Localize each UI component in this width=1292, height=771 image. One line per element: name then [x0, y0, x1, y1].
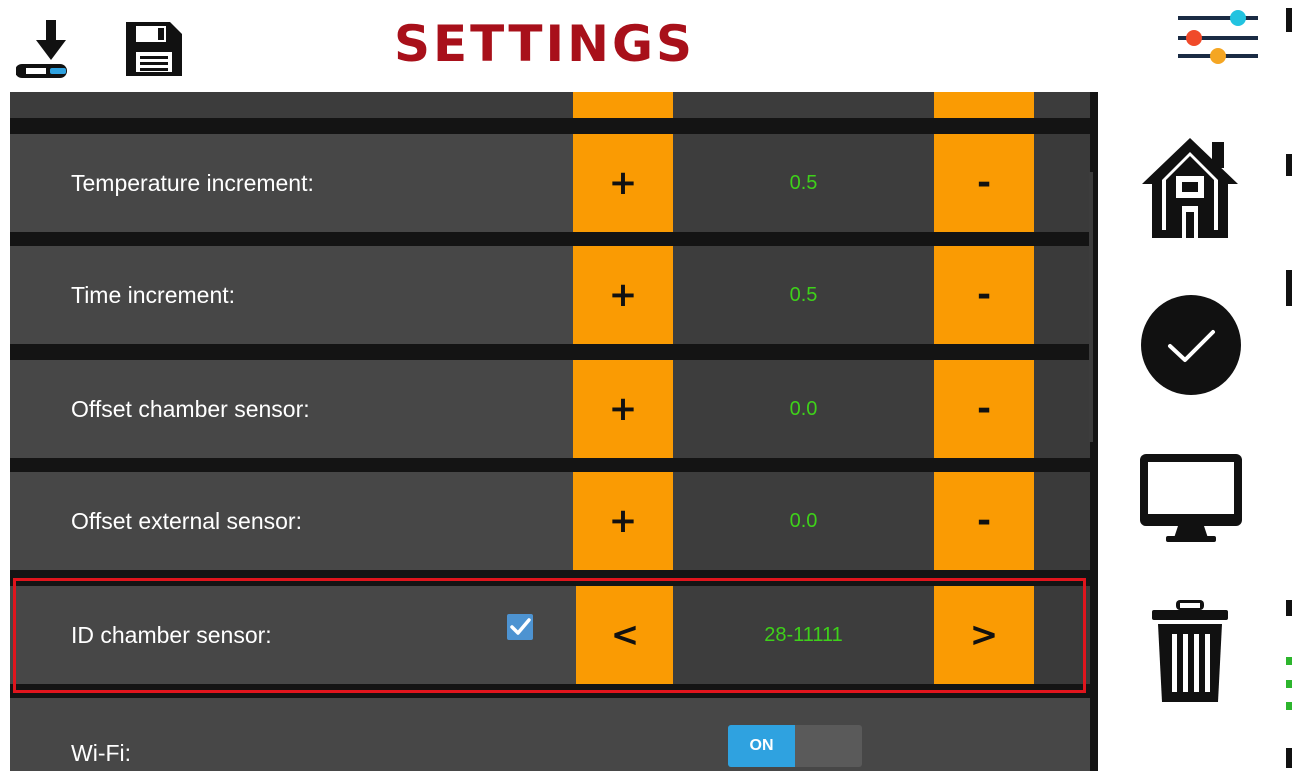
partial-minus-button[interactable] — [934, 92, 1034, 118]
decrement-button[interactable]: - — [934, 360, 1034, 458]
previous-button[interactable]: < — [576, 586, 674, 684]
setting-row-id-chamber-sensor: ID chamber sensor: < 28-11111 > — [10, 586, 1090, 684]
partial-row — [10, 92, 1090, 118]
edge-mark — [1286, 600, 1292, 616]
row-tail — [1034, 246, 1090, 344]
setting-value: 0.5 — [673, 246, 934, 344]
edge-mark — [1286, 702, 1292, 710]
increment-button[interactable]: + — [573, 472, 673, 570]
edge-mark — [1286, 748, 1292, 768]
setting-label: Time increment: — [71, 281, 236, 308]
scrollbar[interactable] — [1089, 172, 1093, 442]
setting-value: 0.0 — [673, 472, 934, 570]
edge-mark — [1286, 680, 1292, 688]
setting-label: Wi-Fi: — [71, 739, 132, 766]
setting-row-offset-external-sensor: Offset external sensor: + 0.0 - — [10, 472, 1090, 570]
setting-value: 28-11111 — [673, 586, 934, 684]
increment-button[interactable]: + — [573, 246, 673, 344]
setting-label: ID chamber sensor: — [71, 621, 272, 648]
increment-button[interactable]: + — [573, 360, 673, 458]
setting-value: 0.0 — [673, 360, 934, 458]
sensor-checkbox[interactable] — [507, 614, 533, 640]
decrement-button[interactable]: - — [934, 246, 1034, 344]
header-bar: SETTINGS — [0, 0, 1292, 92]
edge-mark — [1286, 154, 1292, 176]
row-tail — [1034, 134, 1090, 232]
setting-label: Temperature increment: — [71, 169, 314, 196]
next-button[interactable]: > — [934, 586, 1034, 684]
row-tail — [1034, 360, 1090, 458]
home-icon[interactable] — [1138, 134, 1242, 240]
toggle-on-label: ON — [728, 725, 795, 767]
row-tail — [1034, 472, 1090, 570]
setting-row-time-increment: Time increment: + 0.5 - — [10, 246, 1090, 344]
settings-panel: Temperature increment: + 0.5 - Time incr… — [10, 92, 1098, 771]
increment-button[interactable]: + — [573, 134, 673, 232]
page-title: SETTINGS — [394, 15, 696, 73]
decrement-button[interactable]: - — [934, 472, 1034, 570]
right-nav — [1098, 92, 1292, 771]
sliders-icon[interactable] — [1176, 8, 1260, 70]
setting-label: Offset chamber sensor: — [71, 395, 310, 422]
wifi-toggle[interactable]: ON — [728, 725, 862, 767]
check-icon[interactable] — [1140, 294, 1242, 396]
edge-mark — [1286, 657, 1292, 665]
save-icon[interactable] — [124, 20, 184, 78]
edge-mark — [1286, 8, 1292, 32]
setting-row-temperature-increment: Temperature increment: + 0.5 - — [10, 134, 1090, 232]
decrement-button[interactable]: - — [934, 134, 1034, 232]
edge-mark — [1286, 270, 1292, 306]
setting-label: Offset external sensor: — [71, 507, 302, 534]
partial-plus-button[interactable] — [573, 92, 673, 118]
setting-row-wifi: Wi-Fi: ON — [10, 698, 1090, 771]
trash-icon[interactable] — [1150, 598, 1230, 704]
download-icon[interactable] — [16, 18, 80, 78]
setting-row-offset-chamber-sensor: Offset chamber sensor: + 0.0 - — [10, 360, 1090, 458]
row-tail — [1034, 586, 1090, 684]
setting-value: 0.5 — [673, 134, 934, 232]
monitor-icon[interactable] — [1138, 452, 1244, 544]
